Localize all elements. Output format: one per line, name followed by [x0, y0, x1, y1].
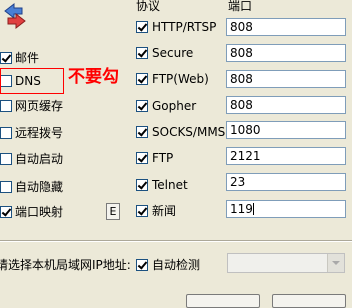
socks-mms-label: SOCKS/MMS	[152, 125, 226, 139]
telnet-label: Telnet	[152, 178, 188, 192]
auto-start-label: 自动启动	[15, 152, 64, 166]
news-port-value: 119	[230, 202, 253, 216]
secure-checkbox[interactable]	[136, 47, 148, 59]
news-port-input[interactable]: 119	[226, 200, 346, 218]
http-rtsp-checkbox[interactable]	[136, 21, 148, 33]
ftp-checkbox[interactable]	[136, 152, 148, 164]
ip-address-label: 请选择本机局域网IP地址:	[0, 258, 131, 272]
telnet-checkbox[interactable]	[136, 179, 148, 191]
web-cache-label: 网页缓存	[15, 99, 64, 113]
gopher-checkbox[interactable]	[136, 100, 148, 112]
gopher-port-input[interactable]: 808	[226, 96, 346, 114]
telnet-port-input[interactable]: 23	[226, 173, 346, 191]
bottom-button-left[interactable]	[186, 294, 260, 308]
annotation-text: 不要勾	[68, 67, 119, 87]
port-header: 端口	[228, 0, 253, 13]
ftp-web-port-input[interactable]: 808	[226, 70, 346, 88]
mail-checkbox[interactable]	[0, 52, 12, 64]
auto-hide-checkbox[interactable]	[0, 181, 12, 193]
auto-detect-checkbox[interactable]	[136, 259, 148, 271]
secure-port-input[interactable]: 808	[226, 44, 346, 62]
left-right-arrows-icon	[2, 2, 28, 30]
chevron-down-icon	[332, 261, 340, 265]
e-button-label: E	[109, 205, 117, 218]
ftp-label: FTP	[152, 151, 174, 165]
dns-highlight-box	[0, 68, 64, 94]
remote-dial-checkbox[interactable]	[0, 127, 12, 139]
ftp-web-checkbox[interactable]	[136, 73, 148, 85]
socks-mms-checkbox[interactable]	[136, 126, 148, 138]
socks-mms-port-input[interactable]: 1080	[226, 121, 346, 139]
bottom-button-right[interactable]	[272, 294, 346, 308]
port-mapping-checkbox[interactable]	[0, 206, 12, 218]
divider	[0, 240, 352, 242]
web-cache-checkbox[interactable]	[0, 100, 12, 112]
protocol-header: 协议	[136, 0, 161, 13]
news-checkbox[interactable]	[136, 205, 148, 217]
remote-dial-label: 远程拨号	[15, 126, 64, 140]
text-cursor	[252, 203, 254, 215]
auto-hide-label: 自动隐藏	[15, 180, 64, 194]
ip-address-select[interactable]	[227, 253, 345, 273]
gopher-label: Gopher	[152, 99, 197, 113]
dropdown-arrow-button[interactable]	[327, 254, 344, 272]
mail-label: 邮件	[15, 51, 40, 65]
auto-detect-label: 自动检测	[152, 258, 201, 272]
e-button[interactable]: E	[106, 203, 120, 220]
http-rtsp-port-input[interactable]: 808	[226, 18, 346, 36]
auto-start-checkbox[interactable]	[0, 153, 12, 165]
http-rtsp-label: HTTP/RTSP	[152, 20, 217, 34]
port-mapping-label: 端口映射	[15, 205, 64, 219]
ftp-web-label: FTP(Web)	[152, 72, 209, 86]
ftp-port-input[interactable]: 2121	[226, 147, 346, 165]
news-label: 新闻	[152, 204, 177, 218]
secure-label: Secure	[152, 46, 194, 60]
